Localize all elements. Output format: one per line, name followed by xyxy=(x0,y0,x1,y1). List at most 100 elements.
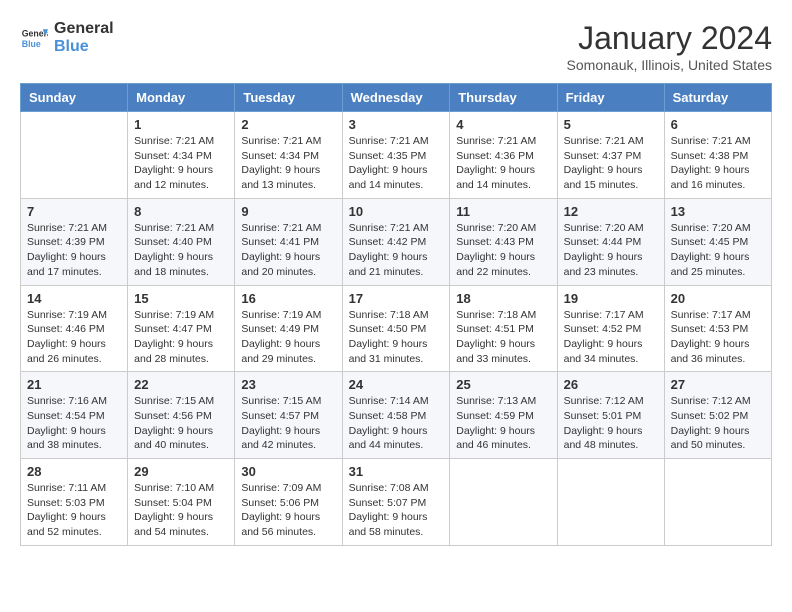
day-info: Sunrise: 7:21 AMSunset: 4:35 PMDaylight:… xyxy=(349,134,444,193)
day-info: Sunrise: 7:14 AMSunset: 4:58 PMDaylight:… xyxy=(349,394,444,453)
location-subtitle: Somonauk, Illinois, United States xyxy=(567,57,772,73)
day-number: 20 xyxy=(671,291,765,306)
day-info: Sunrise: 7:17 AMSunset: 4:53 PMDaylight:… xyxy=(671,308,765,367)
day-info: Sunrise: 7:21 AMSunset: 4:34 PMDaylight:… xyxy=(134,134,228,193)
day-number: 17 xyxy=(349,291,444,306)
logo-general: General xyxy=(54,20,114,38)
calendar-header-row: SundayMondayTuesdayWednesdayThursdayFrid… xyxy=(21,84,772,112)
day-number: 28 xyxy=(27,464,121,479)
day-info: Sunrise: 7:21 AMSunset: 4:40 PMDaylight:… xyxy=(134,221,228,280)
calendar-cell: 2Sunrise: 7:21 AMSunset: 4:34 PMDaylight… xyxy=(235,112,342,199)
calendar-cell: 26 Sunrise: 7:12 AMSunset: 5:01 PMDayligh… xyxy=(557,372,664,459)
day-info: Sunrise: 7:12 AMSunset: 5:01 PMDaylight:… xyxy=(564,394,658,453)
day-info: Sunrise: 7:21 AMSunset: 4:38 PMDaylight:… xyxy=(671,134,765,193)
calendar-week-5: 28 Sunrise: 7:11 AMSunset: 5:03 PMDayligh… xyxy=(21,459,772,546)
day-number: 12 xyxy=(564,204,658,219)
day-number: 24 xyxy=(349,377,444,392)
day-info: Sunrise: 7:15 AMSunset: 4:57 PMDaylight:… xyxy=(241,394,335,453)
title-block: January 2024 Somonauk, Illinois, United … xyxy=(567,20,772,73)
day-info: Sunrise: 7:18 AMSunset: 4:50 PMDaylight:… xyxy=(349,308,444,367)
day-info: Sunrise: 7:16 AMSunset: 4:54 PMDaylight:… xyxy=(27,394,121,453)
calendar-cell: 12 Sunrise: 7:20 AMSunset: 4:44 PMDayligh… xyxy=(557,198,664,285)
calendar-cell: 13Sunrise: 7:20 AMSunset: 4:45 PMDayligh… xyxy=(664,198,771,285)
day-info: Sunrise: 7:20 AMSunset: 4:43 PMDaylight:… xyxy=(456,221,550,280)
calendar-cell: 10 Sunrise: 7:21 AMSunset: 4:42 PMDayligh… xyxy=(342,198,450,285)
calendar-cell xyxy=(450,459,557,546)
calendar-cell: 5 Sunrise: 7:21 AMSunset: 4:37 PMDaylight… xyxy=(557,112,664,199)
day-number: 13 xyxy=(671,204,765,219)
calendar-table: SundayMondayTuesdayWednesdayThursdayFrid… xyxy=(20,83,772,546)
logo: General Blue General Blue xyxy=(20,20,114,55)
day-number: 30 xyxy=(241,464,335,479)
day-header-thursday: Thursday xyxy=(450,84,557,112)
day-info: Sunrise: 7:18 AMSunset: 4:51 PMDaylight:… xyxy=(456,308,550,367)
calendar-cell xyxy=(557,459,664,546)
calendar-cell: 15 Sunrise: 7:19 AMSunset: 4:47 PMDayligh… xyxy=(128,285,235,372)
calendar-cell xyxy=(664,459,771,546)
day-info: Sunrise: 7:11 AMSunset: 5:03 PMDaylight:… xyxy=(27,481,121,540)
calendar-week-4: 21 Sunrise: 7:16 AMSunset: 4:54 PMDayligh… xyxy=(21,372,772,459)
calendar-cell: 19 Sunrise: 7:17 AMSunset: 4:52 PMDayligh… xyxy=(557,285,664,372)
calendar-cell: 24 Sunrise: 7:14 AMSunset: 4:58 PMDayligh… xyxy=(342,372,450,459)
day-number: 21 xyxy=(27,377,121,392)
day-number: 9 xyxy=(241,204,335,219)
day-info: Sunrise: 7:20 AMSunset: 4:44 PMDaylight:… xyxy=(564,221,658,280)
calendar-cell: 27Sunrise: 7:12 AMSunset: 5:02 PMDayligh… xyxy=(664,372,771,459)
day-info: Sunrise: 7:08 AMSunset: 5:07 PMDaylight:… xyxy=(349,481,444,540)
day-number: 27 xyxy=(671,377,765,392)
logo-icon: General Blue xyxy=(20,24,48,52)
calendar-cell: 20 Sunrise: 7:17 AMSunset: 4:53 PMDayligh… xyxy=(664,285,771,372)
calendar-week-1: 1 Sunrise: 7:21 AMSunset: 4:34 PMDaylight… xyxy=(21,112,772,199)
calendar-cell: 11 Sunrise: 7:20 AMSunset: 4:43 PMDayligh… xyxy=(450,198,557,285)
svg-text:Blue: Blue xyxy=(22,38,41,48)
calendar-cell: 3Sunrise: 7:21 AMSunset: 4:35 PMDaylight… xyxy=(342,112,450,199)
day-info: Sunrise: 7:17 AMSunset: 4:52 PMDaylight:… xyxy=(564,308,658,367)
day-number: 23 xyxy=(241,377,335,392)
day-info: Sunrise: 7:19 AMSunset: 4:47 PMDaylight:… xyxy=(134,308,228,367)
day-info: Sunrise: 7:10 AMSunset: 5:04 PMDaylight:… xyxy=(134,481,228,540)
day-number: 11 xyxy=(456,204,550,219)
day-number: 16 xyxy=(241,291,335,306)
day-info: Sunrise: 7:21 AMSunset: 4:42 PMDaylight:… xyxy=(349,221,444,280)
day-header-friday: Friday xyxy=(557,84,664,112)
day-info: Sunrise: 7:21 AMSunset: 4:36 PMDaylight:… xyxy=(456,134,550,193)
calendar-cell: 7 Sunrise: 7:21 AMSunset: 4:39 PMDaylight… xyxy=(21,198,128,285)
calendar-week-3: 14Sunrise: 7:19 AMSunset: 4:46 PMDayligh… xyxy=(21,285,772,372)
day-number: 19 xyxy=(564,291,658,306)
day-header-saturday: Saturday xyxy=(664,84,771,112)
day-number: 22 xyxy=(134,377,228,392)
day-number: 4 xyxy=(456,117,550,132)
day-info: Sunrise: 7:13 AMSunset: 4:59 PMDaylight:… xyxy=(456,394,550,453)
calendar-cell: 23 Sunrise: 7:15 AMSunset: 4:57 PMDayligh… xyxy=(235,372,342,459)
day-info: Sunrise: 7:19 AMSunset: 4:49 PMDaylight:… xyxy=(241,308,335,367)
calendar-cell: 29 Sunrise: 7:10 AMSunset: 5:04 PMDayligh… xyxy=(128,459,235,546)
calendar-cell: 30Sunrise: 7:09 AMSunset: 5:06 PMDayligh… xyxy=(235,459,342,546)
day-number: 29 xyxy=(134,464,228,479)
logo-blue: Blue xyxy=(54,38,114,56)
day-number: 7 xyxy=(27,204,121,219)
month-title: January 2024 xyxy=(567,20,772,57)
day-header-tuesday: Tuesday xyxy=(235,84,342,112)
calendar-cell: 6Sunrise: 7:21 AMSunset: 4:38 PMDaylight… xyxy=(664,112,771,199)
calendar-cell: 21 Sunrise: 7:16 AMSunset: 4:54 PMDayligh… xyxy=(21,372,128,459)
day-number: 10 xyxy=(349,204,444,219)
day-info: Sunrise: 7:15 AMSunset: 4:56 PMDaylight:… xyxy=(134,394,228,453)
day-number: 15 xyxy=(134,291,228,306)
day-number: 5 xyxy=(564,117,658,132)
day-info: Sunrise: 7:21 AMSunset: 4:39 PMDaylight:… xyxy=(27,221,121,280)
calendar-cell: 9 Sunrise: 7:21 AMSunset: 4:41 PMDaylight… xyxy=(235,198,342,285)
calendar-cell: 22 Sunrise: 7:15 AMSunset: 4:56 PMDayligh… xyxy=(128,372,235,459)
calendar-cell: 18Sunrise: 7:18 AMSunset: 4:51 PMDayligh… xyxy=(450,285,557,372)
day-info: Sunrise: 7:21 AMSunset: 4:37 PMDaylight:… xyxy=(564,134,658,193)
day-number: 26 xyxy=(564,377,658,392)
day-number: 8 xyxy=(134,204,228,219)
day-header-wednesday: Wednesday xyxy=(342,84,450,112)
calendar-body: 1 Sunrise: 7:21 AMSunset: 4:34 PMDaylight… xyxy=(21,112,772,546)
calendar-cell: 25Sunrise: 7:13 AMSunset: 4:59 PMDayligh… xyxy=(450,372,557,459)
day-number: 1 xyxy=(134,117,228,132)
day-info: Sunrise: 7:21 AMSunset: 4:41 PMDaylight:… xyxy=(241,221,335,280)
calendar-cell: 16 Sunrise: 7:19 AMSunset: 4:49 PMDayligh… xyxy=(235,285,342,372)
calendar-cell: 8 Sunrise: 7:21 AMSunset: 4:40 PMDaylight… xyxy=(128,198,235,285)
calendar-week-2: 7 Sunrise: 7:21 AMSunset: 4:39 PMDaylight… xyxy=(21,198,772,285)
day-info: Sunrise: 7:19 AMSunset: 4:46 PMDaylight:… xyxy=(27,308,121,367)
